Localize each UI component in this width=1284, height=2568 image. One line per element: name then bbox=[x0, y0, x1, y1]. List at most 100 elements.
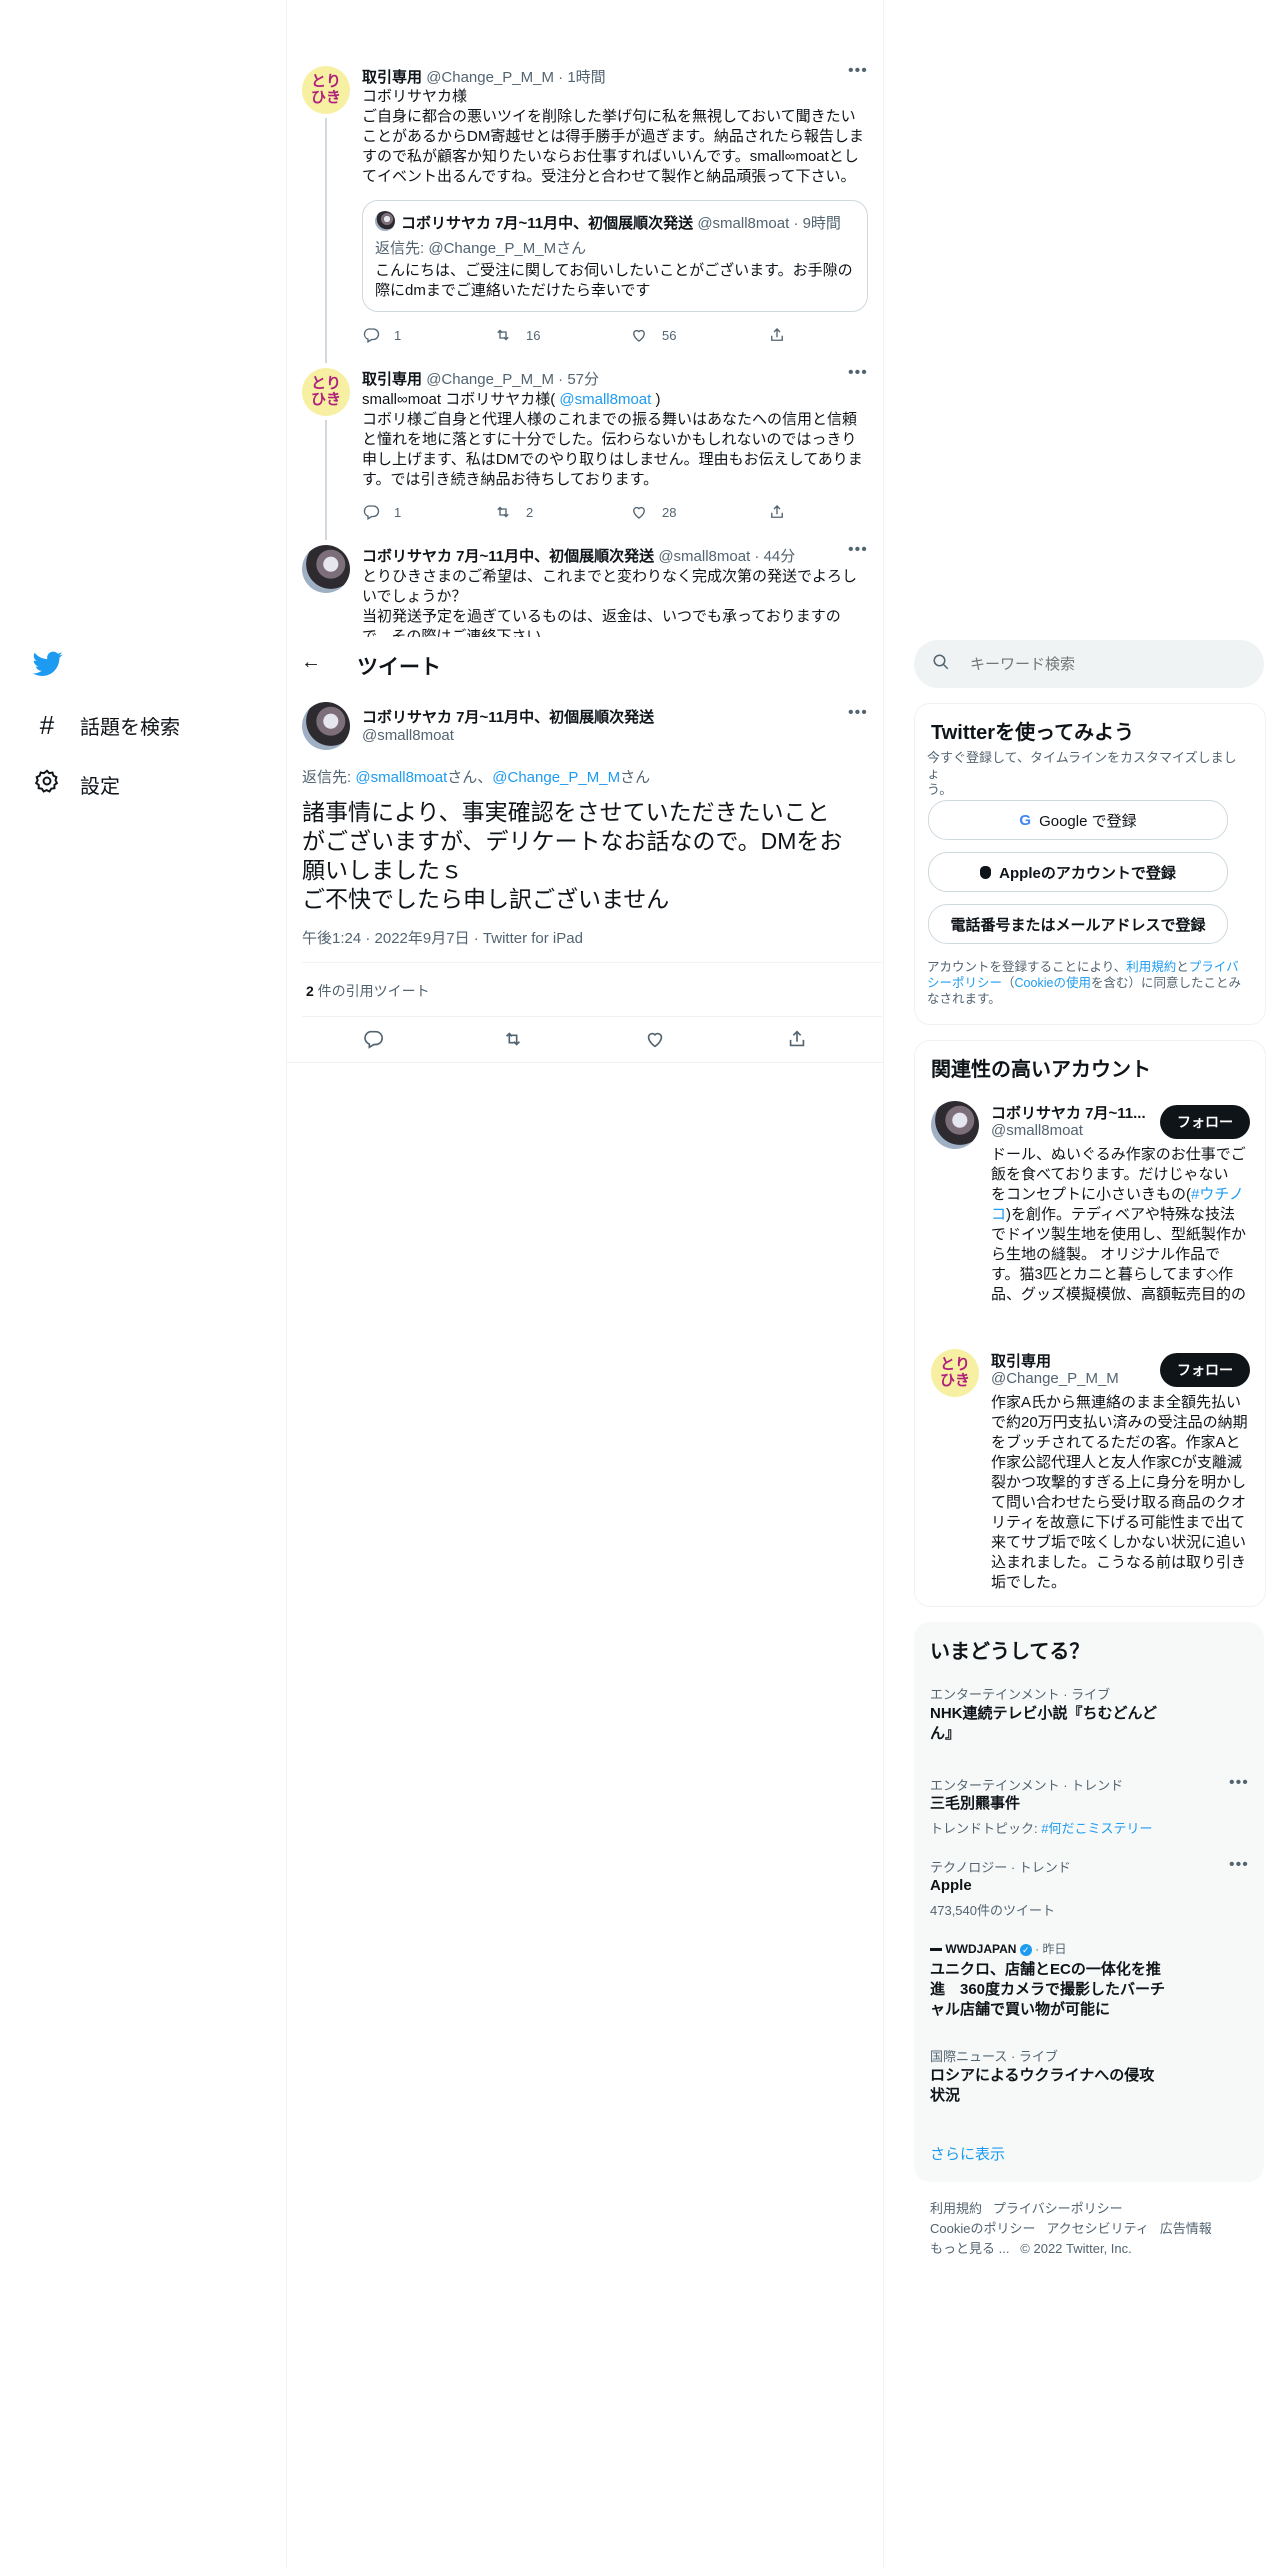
apple-signup-button[interactable]: Appleのアカウントで登録 bbox=[928, 852, 1228, 892]
reply-handle-link[interactable]: @small8moat bbox=[355, 769, 447, 786]
footer-link[interactable]: Cookieのポリシー bbox=[930, 2221, 1035, 2236]
bio-line: ドール、ぬいぐるみ作家のお仕事でご bbox=[991, 1146, 1246, 1163]
author-handle[interactable]: @Change_P_M_M bbox=[426, 69, 554, 86]
reply-to: 返信先: @Change_P_M_Mさん bbox=[375, 237, 586, 258]
subtitle-line: 今すぐ登録して、タイムラインをカスタマイズしましょ bbox=[927, 750, 1237, 781]
search-bar[interactable] bbox=[914, 640, 1264, 688]
share-button[interactable] bbox=[768, 326, 786, 344]
like-button[interactable]: 28 bbox=[630, 503, 676, 521]
avatar[interactable] bbox=[302, 702, 350, 750]
like-button[interactable]: 56 bbox=[630, 326, 676, 344]
avatar[interactable]: とり ひき bbox=[931, 1349, 979, 1397]
reply-button[interactable]: 1 bbox=[362, 503, 401, 521]
source-name: WWDJAPAN bbox=[945, 1942, 1017, 1956]
author-handle[interactable]: @Change_P_M_M bbox=[426, 371, 554, 388]
retweet-button[interactable]: 16 bbox=[494, 326, 540, 344]
avatar[interactable]: とり ひき bbox=[302, 368, 350, 416]
reply-button[interactable]: 1 bbox=[362, 326, 401, 344]
bio-line: 作家A氏から無連絡のまま全額先払い bbox=[991, 1394, 1242, 1411]
footer-link[interactable]: プライバシーポリシー bbox=[993, 2201, 1123, 2216]
footer-more-link[interactable]: もっと見る ... bbox=[930, 2241, 1009, 2256]
more-options-icon[interactable]: ••• bbox=[848, 364, 868, 382]
tweet-line: とりひきさまのご希望は、これまでと変わりなく完成次第の発送でよろし bbox=[362, 568, 858, 585]
topic-link[interactable]: #何だこミステリー bbox=[1041, 1821, 1152, 1836]
thread-line bbox=[325, 118, 327, 363]
author-name[interactable]: コボリサヤカ 7月~11月中、初個展順次発送 bbox=[362, 548, 654, 565]
footer-link[interactable]: 利用規約 bbox=[930, 2201, 982, 2216]
footer-link[interactable]: アクセシビリティ bbox=[1046, 2221, 1149, 2236]
tweet-time[interactable]: · 1時間 bbox=[558, 69, 606, 86]
hashtag-link[interactable]: コ bbox=[991, 1206, 1006, 1223]
bio-text: をコンセプトに小さいきもの( bbox=[991, 1186, 1191, 1203]
author-name[interactable]: 取引専用 bbox=[362, 69, 422, 86]
reply-handle: @Change_P_M_Mさん bbox=[428, 240, 587, 257]
twitter-logo-icon[interactable] bbox=[32, 651, 63, 682]
avatar[interactable] bbox=[302, 545, 350, 593]
google-signup-button[interactable]: G Google で登録 bbox=[928, 800, 1228, 840]
nav-settings[interactable]: 設定 bbox=[34, 768, 120, 800]
footer-link[interactable]: 広告情報 bbox=[1160, 2221, 1212, 2236]
trend-name: Apple bbox=[930, 1877, 972, 1894]
account-name[interactable]: 取引専用 bbox=[991, 1350, 1051, 1371]
reply-separator: さん、 bbox=[447, 769, 493, 786]
search-input[interactable] bbox=[968, 654, 1242, 674]
privacy-link[interactable]: プライ bbox=[1189, 960, 1226, 974]
tweet-line: ことがあるからDM寄越せとは得手勝手が過ぎます。納品されたら報告しま bbox=[362, 128, 864, 145]
share-icon[interactable] bbox=[786, 1028, 808, 1055]
tweet-time[interactable]: · 57分 bbox=[558, 371, 599, 388]
mention-link[interactable]: @small8moat bbox=[559, 391, 651, 408]
tweet-meta[interactable]: 午後1:24 · 2022年9月7日 · Twitter for iPad bbox=[302, 927, 583, 948]
nav-explore[interactable]: # 話題を検索 bbox=[34, 710, 180, 741]
avatar[interactable] bbox=[931, 1101, 979, 1149]
follow-button[interactable]: フォロー bbox=[1160, 1105, 1250, 1139]
terms-link[interactable]: 利用規約 bbox=[1126, 960, 1176, 974]
avatar[interactable]: とり ひき bbox=[302, 66, 350, 114]
cookie-link[interactable]: Cookieの使用 bbox=[1015, 976, 1091, 990]
bio-line: コ)を創作。テディベアや特殊な技法 bbox=[991, 1205, 1253, 1225]
tweet-time[interactable]: · 44分 bbox=[754, 548, 795, 565]
heart-icon[interactable] bbox=[644, 1028, 666, 1055]
more-options-icon[interactable]: ••• bbox=[1229, 1774, 1249, 1792]
account-handle[interactable]: @small8moat bbox=[991, 1122, 1083, 1139]
arrow-left-icon[interactable]: ← bbox=[301, 651, 321, 674]
phone-signup-button[interactable]: 電話番号またはメールアドレスで登録 bbox=[928, 904, 1228, 944]
tweet-line: す。では引き続き納品お待ちしております。 bbox=[362, 471, 659, 488]
reply-prefix: 返信先: bbox=[375, 240, 429, 257]
mention-suffix: ) bbox=[651, 391, 661, 408]
divider bbox=[302, 962, 882, 963]
more-options-icon[interactable]: ••• bbox=[848, 62, 868, 80]
bio-line: 来てサブ垢で呟くしかない状況に追い bbox=[991, 1534, 1247, 1551]
show-more-link[interactable]: さらに表示 bbox=[930, 2143, 1005, 2164]
trend-category: テクノロジー · トレンド bbox=[930, 1860, 1071, 1875]
terms-part: （ bbox=[1002, 976, 1015, 990]
copyright: © 2022 Twitter, Inc. bbox=[1020, 2241, 1132, 2256]
author-handle[interactable]: @small8moat bbox=[658, 548, 750, 565]
retweet-icon[interactable] bbox=[502, 1028, 524, 1055]
more-options-icon[interactable]: ••• bbox=[848, 704, 868, 722]
author-name[interactable]: 取引専用 bbox=[362, 371, 422, 388]
bio-line: 作家公認代理人と友人作家Cが支離滅 bbox=[991, 1454, 1242, 1471]
quote-tweets-link[interactable]: 2 件の引用ツイート bbox=[306, 981, 430, 1001]
page-header: ← ツイート bbox=[287, 637, 883, 691]
author-name[interactable]: コボリサヤカ 7月~11月中、初個展順次発送 bbox=[362, 706, 654, 727]
related-title: 関連性の高いアカウント bbox=[931, 1059, 1151, 1081]
reply-handle-link[interactable]: @Change_P_M_M bbox=[492, 769, 620, 786]
share-button[interactable] bbox=[768, 503, 786, 521]
reply-icon[interactable] bbox=[362, 1028, 384, 1055]
quoted-tweet[interactable]: コボリサヤカ 7月~11月中、初個展順次発送 @small8moat · 9時間… bbox=[362, 200, 868, 312]
quote-count: 2 bbox=[306, 983, 314, 999]
trend-name: ユニクロ、店舗とECの一体化を推 進 360度カメラで撮影したバーチ ャル店舗で… bbox=[930, 1960, 1165, 2020]
account-handle[interactable]: @Change_P_M_M bbox=[991, 1370, 1119, 1387]
hashtag-link[interactable]: #ウチノ bbox=[1191, 1186, 1244, 1203]
more-options-icon[interactable]: ••• bbox=[1229, 1856, 1249, 1874]
reply-to: 返信先: @small8moatさん、@Change_P_M_Mさん bbox=[302, 766, 650, 787]
account-name[interactable]: コボリサヤカ 7月~11... bbox=[991, 1102, 1146, 1123]
follow-button[interactable]: フォロー bbox=[1160, 1353, 1250, 1387]
google-icon: G bbox=[1019, 811, 1032, 829]
apple-icon bbox=[980, 865, 992, 879]
quote-header: コボリサヤカ 7月~11月中、初個展順次発送 @small8moat · 9時間 bbox=[401, 212, 841, 233]
retweet-button[interactable]: 2 bbox=[494, 503, 533, 521]
more-options-icon[interactable]: ••• bbox=[848, 541, 868, 559]
author-handle[interactable]: @small8moat bbox=[362, 727, 454, 744]
reply-count: 1 bbox=[394, 327, 402, 343]
